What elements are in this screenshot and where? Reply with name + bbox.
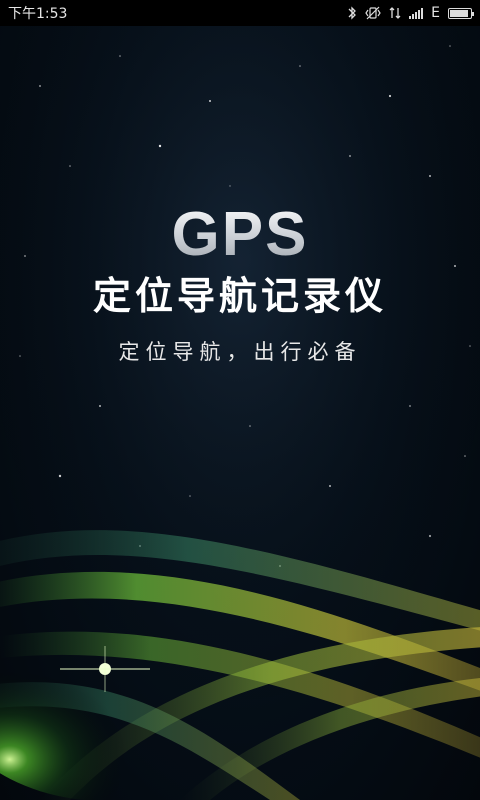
vibrate-icon <box>365 6 381 20</box>
status-time: 下午1:53 <box>8 6 68 22</box>
battery-icon <box>448 7 474 19</box>
data-arrows-icon <box>389 6 401 20</box>
splash-screen: 下午1:53 E GPS 定位导航记录仪 定位导航，出行必备 <box>0 0 480 800</box>
bluetooth-icon <box>347 6 357 20</box>
app-subtitle: 定位导航，出行必备 <box>118 340 362 364</box>
app-title: 定位导航记录仪 <box>92 274 387 318</box>
gps-logo-text: GPS <box>0 200 480 270</box>
signal-icon <box>409 7 424 19</box>
status-bar: 下午1:53 E <box>0 0 480 26</box>
status-right: E <box>347 5 474 21</box>
battery-fill <box>450 9 468 17</box>
status-left: 下午1:53 <box>8 3 67 23</box>
network-type-label: E <box>431 5 440 21</box>
starfield-background <box>0 26 480 800</box>
splash-title-block: GPS 定位导航记录仪 定位导航，出行必备 <box>0 200 480 366</box>
